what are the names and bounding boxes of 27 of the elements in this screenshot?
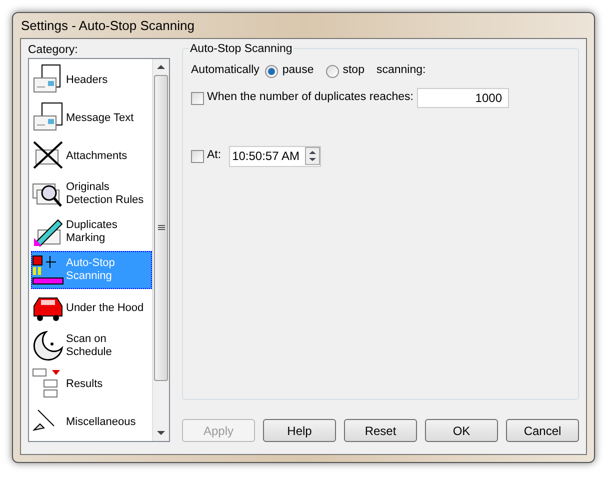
at-label: At: <box>207 148 222 164</box>
time-field[interactable]: 10:50:57 AM <box>229 146 322 166</box>
grip-icon <box>158 225 164 231</box>
dialog-button[interactable]: Reset <box>344 419 417 442</box>
duplicates-field[interactable]: 1000 <box>417 88 509 108</box>
category-item[interactable]: Scan on Schedule <box>31 327 152 365</box>
window-title: Settings - Auto-Stop Scanning <box>21 16 194 35</box>
category-item[interactable]: Message Text <box>31 99 152 137</box>
category-icon <box>32 254 64 286</box>
radio-option[interactable]: stop <box>326 62 364 80</box>
category-label: Category: <box>28 43 79 58</box>
category-item[interactable]: Results <box>31 365 152 403</box>
dialog-button[interactable]: Help <box>263 419 336 442</box>
category-item[interactable]: Miscellaneous <box>31 403 152 441</box>
duplicates-label: When the number of duplicates reaches: <box>207 90 414 106</box>
category-icon <box>32 330 64 362</box>
scanning-label: scanning: <box>376 63 426 78</box>
radio-option[interactable]: pause <box>265 62 314 80</box>
dialog-button[interactable]: Cancel <box>506 419 579 442</box>
automatically-label: Automatically <box>191 63 260 78</box>
scrollbar[interactable] <box>152 59 169 441</box>
category-item[interactable]: Headers <box>31 61 152 99</box>
spinner-icon[interactable] <box>305 147 320 165</box>
checkbox[interactable] <box>191 150 204 162</box>
checkbox[interactable] <box>191 92 204 104</box>
category-item[interactable]: Under the Hood <box>31 289 152 327</box>
dialog-button[interactable]: OK <box>425 419 498 442</box>
